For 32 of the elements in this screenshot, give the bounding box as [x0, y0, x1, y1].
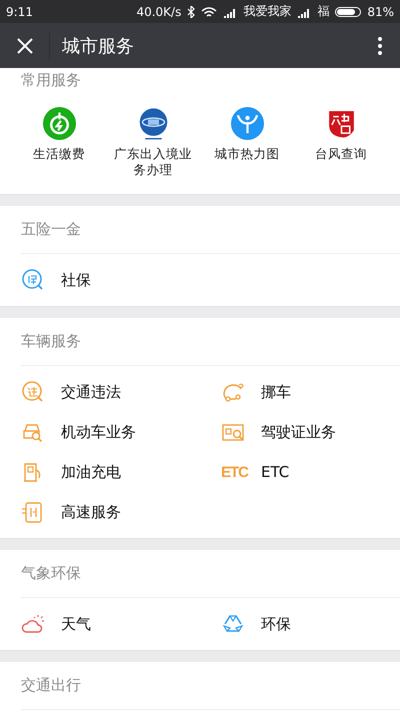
section-title: 五险一金 — [21, 220, 81, 239]
service-item[interactable]: 天气 — [0, 604, 200, 644]
bluetooth-icon — [187, 6, 196, 18]
network-speed: 40.0K/s — [136, 4, 182, 18]
clock: 9:11 — [6, 4, 33, 18]
section-title: 气象环保 — [21, 564, 81, 583]
service-item[interactable]: 驾驶证业务 — [200, 412, 400, 452]
close-icon — [16, 36, 34, 54]
service-tile[interactable]: 生活缴费 — [12, 107, 106, 178]
section-title: 常用服务 — [21, 71, 81, 90]
section-title: 交通出行 — [21, 676, 81, 695]
service-item[interactable]: 环保 — [200, 604, 400, 644]
battery-icon — [335, 6, 362, 16]
service-tile[interactable]: 广东出入境业务办理 — [106, 107, 200, 178]
service-item[interactable]: 挪车 — [200, 372, 400, 412]
battery-percent: 81% — [367, 4, 394, 18]
service-tile[interactable]: 城市热力图 — [200, 107, 294, 178]
service-item[interactable]: ETC ETC — [200, 452, 400, 492]
section-title: 车辆服务 — [21, 332, 81, 351]
service-item[interactable]: 社保 — [0, 260, 200, 300]
wifi-icon — [201, 6, 218, 18]
page-title: 城市服务 — [62, 34, 135, 58]
service-item[interactable]: 交通违法 — [0, 372, 200, 412]
service-item[interactable]: 加油充电 — [0, 452, 200, 492]
service-tile[interactable]: 台风查询 — [294, 107, 388, 178]
service-item[interactable]: 高速服务 — [0, 492, 200, 532]
carrier-name: 福 — [317, 3, 330, 20]
service-item[interactable]: 机动车业务 — [0, 412, 200, 452]
person-icon — [230, 107, 264, 140]
bolt-icon — [42, 107, 76, 140]
carrier-name: 我爱我家 — [243, 3, 292, 20]
more-icon — [378, 36, 382, 54]
